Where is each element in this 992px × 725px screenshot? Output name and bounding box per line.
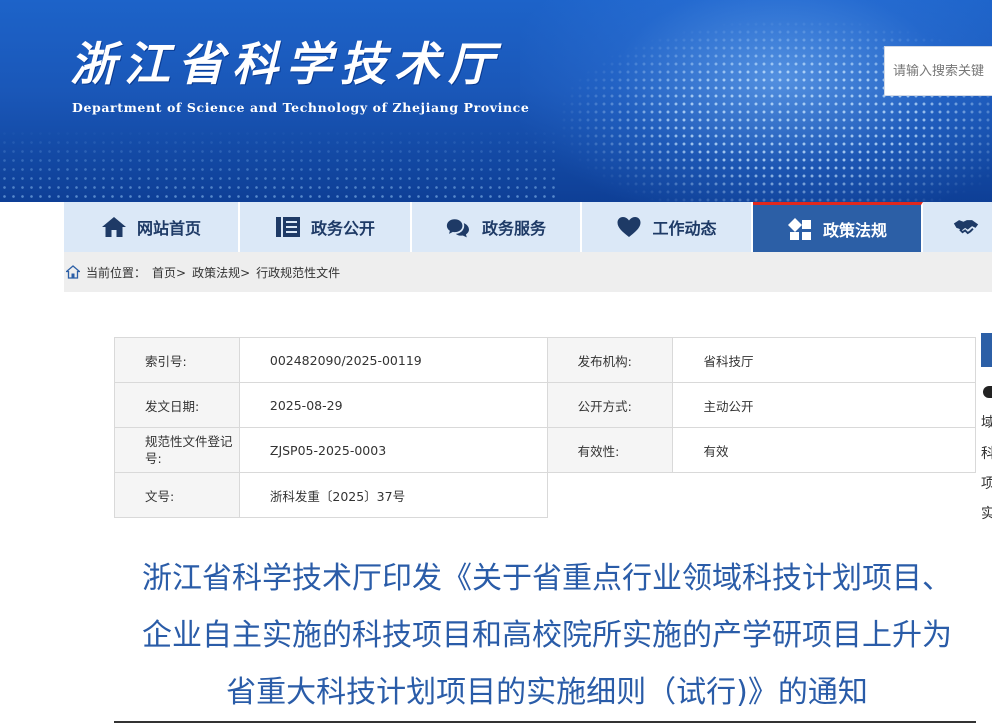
banner-dots-left (0, 120, 560, 202)
side-panel-text: 域 (981, 415, 992, 431)
meta-label-date: 发文日期: (114, 382, 240, 428)
meta-value-index: 002482090/2025-00119 (238, 337, 548, 383)
breadcrumb-prefix: 当前位置： (86, 265, 147, 280)
chat-bubbles-icon (446, 219, 469, 238)
site-title[interactable]: 浙江省科学技术厅 (70, 28, 502, 94)
home-icon (66, 265, 80, 279)
article-title-line: 企业自主实施的科技项目和高校院所实施的产学研项目上升为 (142, 618, 952, 653)
breadcrumb-item-policy[interactable]: 政策法规> (192, 264, 250, 281)
side-panel-bullet (983, 386, 992, 398)
meta-value-doc-number: 浙科发重〔2025〕37号 (238, 472, 548, 518)
nav-item-services[interactable]: 政务服务 (412, 202, 582, 252)
policy-shapes-icon (787, 217, 811, 240)
nav-item-label: 政策法规 (822, 220, 887, 240)
article-title-line: 浙江省科学技术厅印发《关于省重点行业领域科技计划项目、 (142, 561, 952, 596)
nav-item-news[interactable]: 工作动态 (582, 202, 753, 252)
search-box[interactable] (884, 46, 992, 96)
meta-label-doc-number: 文号: (114, 472, 240, 518)
side-panel-text: 项 (981, 476, 992, 492)
nav-item-label: 工作动态 (652, 219, 717, 238)
nav-item-public-affairs[interactable]: 政务公开 (240, 202, 412, 252)
article-title: 浙江省科学技术厅印发《关于省重点行业领域科技计划项目、 企业自主实施的科技项目和… (118, 550, 976, 721)
document-list-icon (275, 217, 300, 237)
meta-value-publisher: 省科技厅 (672, 337, 976, 383)
meta-empty-cell (547, 472, 976, 518)
meta-label-disclosure: 公开方式: (546, 382, 674, 428)
nav-item-label: 网站首页 (136, 219, 201, 238)
nav-item-label: 政务公开 (310, 219, 375, 238)
home-icon (101, 217, 126, 237)
table-row: 文号: 浙科发重〔2025〕37号 (114, 472, 976, 518)
nav-item-home[interactable]: 网站首页 (64, 202, 240, 252)
meta-label-index: 索引号: (114, 337, 240, 383)
table-row: 发文日期: 2025-08-29 公开方式: 主动公开 (114, 382, 976, 428)
meta-value-disclosure: 主动公开 (672, 382, 976, 428)
main-nav: 网站首页 政务公开 政务服务 工作动态 政策法规 (64, 202, 992, 252)
table-row: 索引号: 002482090/2025-00119 发布机构: 省科技厅 (114, 337, 976, 383)
meta-value-date: 2025-08-29 (238, 382, 548, 428)
meta-label-validity: 有效性: (546, 427, 674, 473)
meta-label-publisher: 发布机构: (546, 337, 674, 383)
meta-value-validity: 有效 (672, 427, 976, 473)
document-meta-table: 索引号: 002482090/2025-00119 发布机构: 省科技厅 发文日… (114, 337, 976, 518)
meta-value-registration: ZJSP05-2025-0003 (238, 427, 548, 473)
side-panel-text: 实 (981, 506, 992, 522)
side-panel-header (981, 333, 992, 367)
title-divider (114, 721, 976, 723)
breadcrumb-item-home[interactable]: 首页> (152, 264, 186, 281)
nav-item-label: 政务服务 (481, 219, 546, 238)
search-input[interactable] (893, 63, 992, 79)
breadcrumb-item-normative-docs[interactable]: 行政规范性文件 (256, 264, 340, 281)
site-subtitle: Department of Science and Technology of … (72, 100, 530, 115)
nav-item-policy[interactable]: 政策法规 (753, 202, 923, 252)
side-panel-text: 科 (981, 446, 992, 462)
article-title-line: 省重大科技计划项目的实施细则（试行)》的通知 (226, 675, 868, 710)
table-row: 规范性文件登记号: ZJSP05-2025-0003 有效性: 有效 (114, 427, 976, 473)
header-banner: 浙江省科学技术厅 Department of Science and Techn… (0, 0, 992, 202)
nav-item-interaction[interactable] (923, 202, 992, 252)
meta-label-registration: 规范性文件登记号: (114, 427, 240, 473)
breadcrumb: 当前位置： 首页> 政策法规> 行政规范性文件 (64, 252, 992, 292)
handshake-icon (953, 220, 979, 235)
heart-icon (617, 217, 641, 237)
